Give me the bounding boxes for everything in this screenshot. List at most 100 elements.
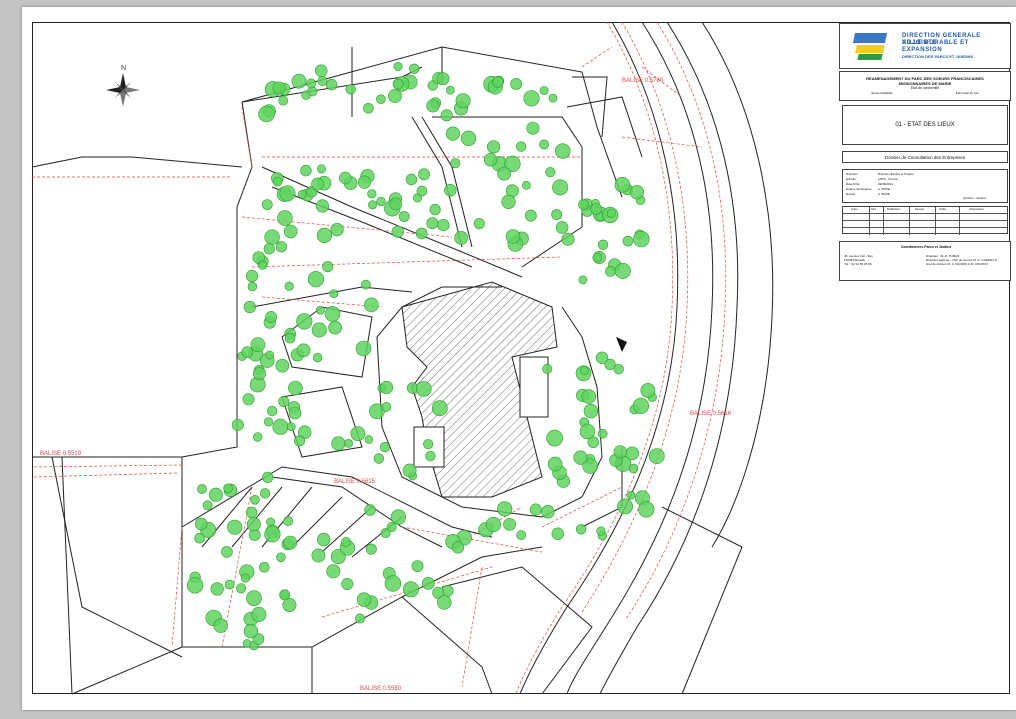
tree — [236, 583, 247, 594]
info-panel: Direction Direction Études et Projets Ec… — [842, 169, 1008, 203]
tree — [551, 527, 564, 540]
tree — [402, 463, 417, 478]
tree — [415, 381, 432, 397]
tree — [398, 211, 410, 222]
plan-line — [661, 506, 743, 695]
tree — [286, 422, 296, 431]
rev-header: Vérifié — [939, 208, 947, 211]
tree — [423, 439, 434, 450]
tree — [330, 223, 344, 237]
tree — [240, 573, 250, 583]
tree — [415, 227, 428, 240]
tree — [368, 200, 378, 210]
tree — [242, 393, 255, 406]
tree — [247, 281, 258, 292]
tree — [411, 560, 424, 572]
tree — [326, 564, 341, 579]
tree — [541, 505, 555, 519]
tree — [360, 279, 371, 290]
tree — [283, 516, 294, 527]
tree — [243, 300, 256, 314]
tree — [241, 346, 254, 359]
info-row: Date DCE 03/08/2021 — [846, 182, 894, 186]
tree — [551, 209, 563, 220]
tree — [316, 164, 326, 174]
tree — [316, 227, 333, 243]
tree — [263, 243, 275, 255]
tree — [436, 72, 450, 86]
tree — [307, 271, 325, 288]
tree — [288, 406, 302, 420]
rev-header: Dessiné — [915, 208, 925, 211]
tree — [208, 487, 223, 502]
tree — [297, 189, 307, 199]
tree — [393, 61, 403, 71]
tree — [331, 436, 346, 451]
tree — [626, 490, 636, 500]
tree — [578, 275, 588, 285]
tree — [293, 435, 305, 447]
tree — [322, 261, 334, 273]
rev-header: Observations — [969, 208, 984, 211]
tree — [197, 484, 207, 494]
tree — [376, 196, 386, 207]
tree — [388, 89, 402, 103]
address-block: 48, avenue Clot - Bey 13008 Marseille Té… — [844, 254, 873, 266]
tree — [355, 340, 372, 357]
tree — [283, 224, 298, 239]
tree — [221, 546, 233, 558]
tree — [224, 579, 235, 590]
tree — [282, 597, 297, 612]
tree — [288, 380, 303, 396]
tree — [614, 262, 631, 279]
plan-line — [401, 596, 493, 695]
tree — [384, 575, 402, 592]
info-row: Direction Direction Études et Projets — [846, 172, 914, 176]
project-foot-right: Etat initial du site — [955, 91, 979, 95]
tree — [272, 81, 286, 95]
plan-line — [271, 476, 443, 548]
survey-line — [251, 256, 563, 268]
tree — [202, 500, 213, 511]
plan-line — [51, 456, 183, 658]
tree — [311, 177, 324, 191]
tree — [314, 64, 328, 78]
tree — [379, 442, 390, 453]
street-label: BALISE 0.5616 — [690, 411, 732, 417]
tree — [590, 203, 602, 215]
tree — [579, 423, 596, 440]
tree — [606, 208, 616, 218]
tree — [628, 463, 639, 474]
tree — [409, 63, 420, 74]
tree — [275, 358, 290, 373]
tree — [529, 503, 542, 516]
tree — [364, 504, 376, 516]
tree — [595, 351, 609, 364]
tree — [367, 189, 377, 199]
sheet-title-panel: 01 - ETAT DES LIEUX — [842, 105, 1008, 145]
tree — [315, 199, 330, 213]
tree — [227, 519, 243, 535]
tree — [186, 577, 204, 594]
tree — [242, 639, 252, 648]
tree — [437, 219, 450, 232]
tree — [524, 209, 537, 222]
plan-line — [441, 566, 593, 695]
tree — [596, 526, 606, 536]
plan-sheet: BALISE 0.5780 BALISE 0.5510 BALISE 0.5615 B… — [22, 7, 1016, 710]
rev-header: Date — [871, 208, 877, 211]
tree — [344, 438, 353, 448]
tree — [542, 363, 553, 374]
tree — [561, 232, 575, 246]
direction-name-2: VILLE DURABLE ET EXPANSION — [902, 40, 969, 53]
survey-line — [461, 566, 483, 688]
tree — [492, 76, 504, 88]
tree — [279, 589, 291, 601]
tree — [426, 217, 439, 230]
tree — [291, 73, 307, 89]
tree — [555, 221, 569, 234]
tree — [246, 590, 262, 607]
sheet-title: 01 - ETAT DES LIEUX — [895, 122, 955, 128]
tree — [194, 517, 208, 531]
tree — [267, 405, 278, 417]
